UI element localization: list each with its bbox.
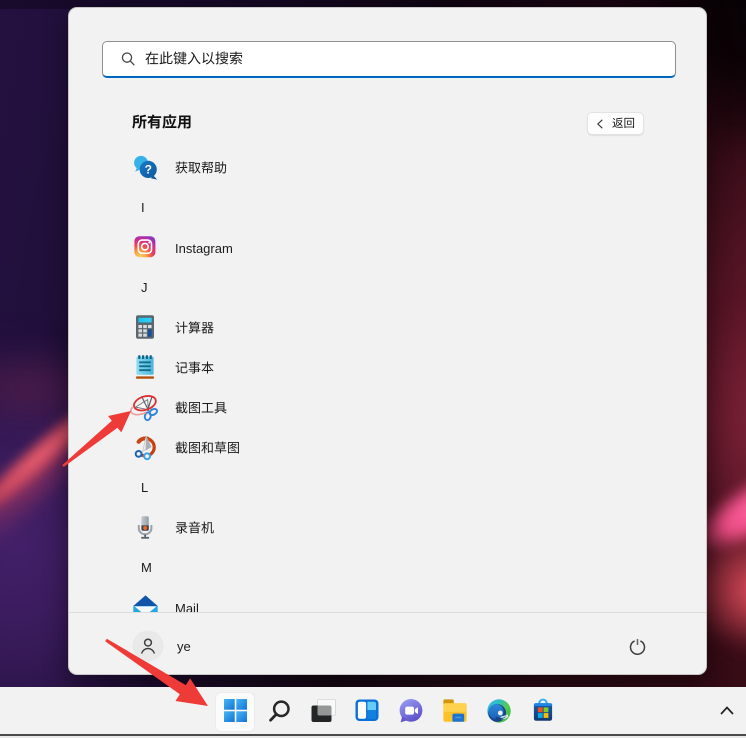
svg-text:?: ? xyxy=(145,163,152,177)
